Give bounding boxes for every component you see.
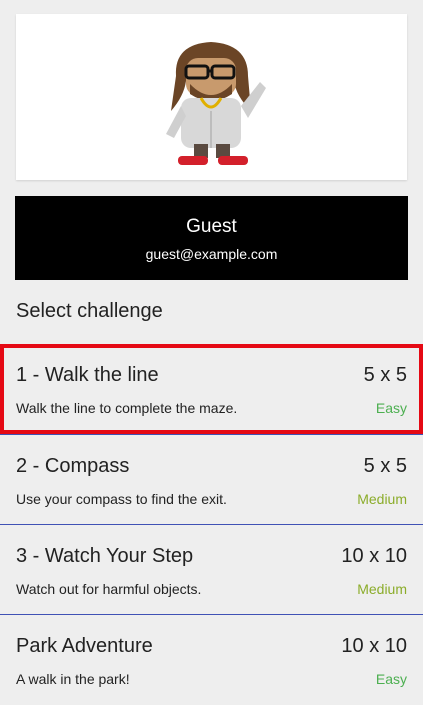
challenge-description: Use your compass to find the exit. (16, 491, 227, 507)
android-mascot-avatar-icon (166, 42, 266, 165)
challenge-difficulty: Medium (357, 581, 407, 597)
avatar-banner (16, 14, 407, 180)
challenge-size: 10 x 10 (341, 545, 407, 567)
challenge-size: 10 x 10 (341, 635, 407, 657)
challenge-item-walk-the-line[interactable]: 1 - Walk the line 5 x 5 Walk the line to… (0, 344, 423, 434)
challenge-item-compass[interactable]: 2 - Compass 5 x 5 Use your compass to fi… (0, 435, 423, 525)
challenge-difficulty: Medium (357, 491, 407, 507)
challenge-difficulty: Easy (375, 671, 407, 687)
challenge-title: 3 - Watch Your Step (16, 545, 194, 567)
challenge-title: Park Adventure (16, 635, 153, 657)
user-name: Guest (186, 216, 237, 237)
challenge-size: 5 x 5 (363, 364, 407, 386)
challenge-size: 5 x 5 (363, 455, 407, 477)
challenge-title: 1 - Walk the line (16, 364, 159, 386)
user-email: guest@example.com (145, 246, 278, 262)
challenge-title: 2 - Compass (16, 455, 130, 477)
challenge-description: Walk the line to complete the maze. (16, 400, 238, 416)
challenge-item-park-adventure[interactable]: Park Adventure 10 x 10 A walk in the par… (0, 615, 423, 705)
challenge-difficulty: Easy (375, 400, 407, 416)
challenge-item-watch-your-step[interactable]: 3 - Watch Your Step 10 x 10 Watch out fo… (0, 525, 423, 615)
challenge-description: A walk in the park! (16, 671, 130, 687)
section-title: Select challenge (16, 300, 163, 322)
challenge-description: Watch out for harmful objects. (16, 581, 202, 597)
user-card: Guest guest@example.com (15, 196, 408, 280)
